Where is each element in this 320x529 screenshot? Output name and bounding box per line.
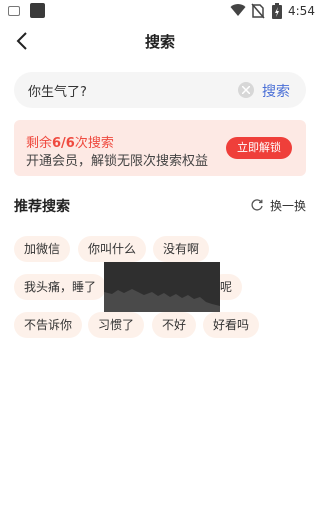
notification-icon [30,3,45,18]
close-icon [242,86,250,94]
tag-item[interactable]: 加微信 [14,236,71,262]
status-time: 4:54 [288,4,315,18]
tag-item[interactable]: 不好 [152,312,197,338]
tag-item[interactable]: 你叫什么 [78,236,147,262]
nav-bar: 搜索 [0,24,320,58]
tag-item[interactable]: 我头痛，睡了 [14,274,107,300]
keyboard-icon [8,6,20,16]
image-overlay [104,262,220,312]
remaining-prefix: 剩余 [26,136,53,151]
search-input[interactable] [28,72,228,108]
tag-item[interactable]: 好看吗 [203,312,260,338]
status-bar: 4:54 [0,0,320,24]
tag-item[interactable]: 习惯了 [88,312,145,338]
remaining-count: 6/6 [52,136,75,151]
search-bar: 搜索 [14,72,306,108]
wifi-icon [230,4,246,17]
battery-charging-icon [272,3,282,19]
unlock-button[interactable]: 立即解锁 [226,137,292,159]
page-title: 搜索 [144,33,175,51]
section-title-recommended: 推荐搜索 [14,199,70,215]
refresh-icon [251,199,263,211]
waveform-graphic [104,289,220,312]
membership-banner: 剩余6/6次搜索 开通会员，解锁无限次搜索权益 立即解锁 [14,120,306,176]
clear-button[interactable] [238,82,254,98]
refresh-label: 换一换 [270,199,307,213]
tag-item[interactable]: 不告诉你 [14,312,83,338]
no-sim-icon [251,3,265,19]
membership-subtitle: 开通会员，解锁无限次搜索权益 [26,154,209,169]
remaining-suffix: 次搜索 [74,136,114,151]
tag-item[interactable]: 没有啊 [153,236,210,262]
remaining-searches: 剩余6/6次搜索 [26,132,114,151]
search-button[interactable]: 搜索 [262,81,290,101]
